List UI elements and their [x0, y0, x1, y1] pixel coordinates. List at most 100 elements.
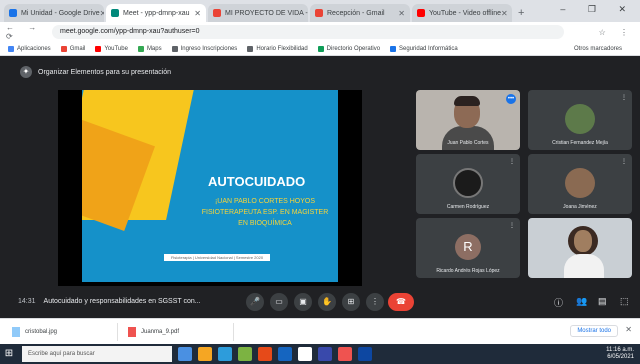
close-tab-icon[interactable]: ✕: [194, 9, 201, 18]
taskbar-app-icon[interactable]: [258, 347, 272, 361]
more-options-button[interactable]: ⋮: [366, 293, 384, 311]
bookmark-item[interactable]: YouTube: [95, 45, 128, 52]
participant-tile-video-man[interactable]: ••• Juan Pablo Cortes: [416, 90, 520, 150]
download-item[interactable]: cristobal.jpg: [6, 322, 118, 341]
presentation-slide: AUTOCUIDADO ¡UAN PABLO CORTES HOYOS FISI…: [82, 90, 338, 282]
tab-label: YouTube - Video offline: [429, 9, 502, 17]
address-bar: ← → ⟳ meet.google.com/ypp-dmnp-xau?authu…: [0, 22, 640, 42]
camera-button[interactable]: ▭: [270, 293, 288, 311]
address-icons[interactable]: ☆ ⋮: [564, 28, 634, 37]
people-icon[interactable]: 👥: [576, 296, 587, 307]
meeting-details[interactable]: 14:31 Autocuidado y responsabilidades en …: [18, 298, 201, 305]
browser-tab[interactable]: MI PROYECTO DE VIDA - Do✕: [208, 4, 308, 22]
show-all-button[interactable]: Mostrar todo: [570, 325, 618, 337]
bookmark-icon: [8, 45, 14, 52]
taskbar-app-icon[interactable]: [178, 347, 192, 361]
participant-tile-video-woman[interactable]: [528, 218, 632, 278]
participant-tile[interactable]: ⋮ Carmen Rodríguez: [416, 154, 520, 214]
bookmark-item[interactable]: Aplicaciones: [8, 45, 51, 52]
taskbar-app-icon[interactable]: [238, 347, 252, 361]
taskbar-app-icon[interactable]: [278, 347, 292, 361]
presentation-area: AUTOCUIDADO ¡UAN PABLO CORTES HOYOS FISI…: [58, 90, 362, 286]
meet-stage: ✦ Organizar Elementos para su presentaci…: [0, 56, 640, 318]
taskbar-app-icon[interactable]: [338, 347, 352, 361]
captions-button[interactable]: ▣: [294, 293, 312, 311]
mic-off-icon: ⋮: [621, 95, 627, 101]
present-button[interactable]: ⊞: [342, 293, 360, 311]
participant-tile[interactable]: ⋮ Joana Jiménez: [528, 154, 632, 214]
bookmark-item[interactable]: Directorio Operativo: [317, 45, 381, 52]
presenting-label: Organizar Elementos para su presentación: [38, 68, 172, 76]
bookmark-item[interactable]: Horario Flexibilidad: [247, 45, 308, 52]
bookmark-icon: [247, 45, 254, 52]
navigation-icons[interactable]: ← → ⟳: [6, 23, 52, 41]
taskbar-app-icon[interactable]: [358, 347, 372, 361]
participant-tile[interactable]: R ⋮ Ricardo Andrés Rojas López: [416, 218, 520, 278]
close-tab-icon[interactable]: ✕: [100, 9, 104, 18]
mic-off-icon: ⋮: [509, 159, 515, 165]
bookmark-item[interactable]: Ingreso Inscripciones: [171, 45, 237, 52]
bookmark-icon: [60, 45, 67, 52]
more-options-icon[interactable]: •••: [506, 94, 516, 104]
bookmark-label: YouTube: [104, 45, 128, 52]
taskbar-app-icon[interactable]: [318, 347, 332, 361]
system-clock[interactable]: 11:16 a.m. 6/05/2021: [606, 347, 634, 361]
bookmark-icon: [390, 45, 397, 52]
presenting-chip[interactable]: ✦ Organizar Elementos para su presentaci…: [20, 64, 171, 80]
taskbar-app-icon[interactable]: [218, 347, 232, 361]
microphone-button[interactable]: 🎤: [246, 293, 264, 311]
browser-tab[interactable]: Recepción - Gmail ✕: [310, 4, 410, 22]
slide-title: AUTOCUIDADO: [208, 174, 306, 189]
participant-name: Ricardo Andrés Rojas López: [436, 268, 500, 274]
chat-icon[interactable]: ▤: [598, 296, 607, 307]
tab-label: Mi Unidad - Google Drive: [21, 9, 100, 17]
participant-avatar: [565, 103, 595, 134]
mic-off-icon: ⋮: [621, 159, 627, 165]
window-controls[interactable]: – ❐ ✕: [560, 4, 636, 15]
tab-favicon-icon: [213, 9, 221, 17]
tab-favicon-icon: [111, 9, 119, 17]
tab-favicon-icon: [315, 9, 323, 17]
bookmark-item[interactable]: Gmail: [60, 45, 86, 52]
bookmark-label: Directorio Operativo: [326, 45, 381, 52]
raise-hand-button[interactable]: ✋: [318, 293, 336, 311]
taskbar-search[interactable]: Escribe aquí para buscar: [22, 346, 172, 362]
presenting-icon: ✦: [20, 66, 32, 78]
close-tab-icon[interactable]: ✕: [501, 9, 508, 18]
new-tab-button[interactable]: +: [518, 4, 524, 22]
bookmark-icon: [171, 45, 178, 52]
taskbar-app-icon[interactable]: [198, 347, 212, 361]
taskbar-app-icon[interactable]: [298, 347, 312, 361]
download-label: Juanma_9.pdf: [141, 328, 180, 335]
participant-hair: [454, 96, 480, 106]
start-button[interactable]: ⊞: [0, 344, 18, 364]
end-call-button[interactable]: ☎: [388, 293, 414, 311]
close-tab-icon[interactable]: ✕: [398, 9, 405, 18]
meeting-time: 14:31: [18, 298, 36, 305]
participant-name: Joana Jiménez: [563, 204, 597, 210]
participant-avatar: [453, 167, 483, 198]
clock-time: 11:16 a.m.: [606, 347, 634, 353]
other-bookmarks[interactable]: Otros marcadores: [574, 46, 622, 52]
tab-favicon-icon: [417, 9, 425, 17]
download-item[interactable]: Juanma_9.pdf: [122, 322, 234, 341]
participant-tile[interactable]: ⋮ Cristian Fernandez Mejía: [528, 90, 632, 150]
browser-tab[interactable]: Meet - ypp-dmnp-xau ✕: [106, 4, 206, 22]
meeting-info-icon[interactable]: ⓘ: [554, 296, 563, 309]
bookmark-icon: [137, 45, 144, 52]
windows-taskbar: ⊞ Escribe aquí para buscar 11:16 a.m. 6/…: [0, 344, 640, 364]
bookmark-label: Gmail: [69, 45, 86, 52]
tab-favicon-icon: [9, 9, 17, 17]
browser-tab[interactable]: Mi Unidad - Google Drive ✕: [4, 4, 104, 22]
participant-initial-avatar: R: [455, 233, 481, 260]
browser-tab[interactable]: YouTube - Video offline ✕: [412, 4, 512, 22]
participant-avatar: [565, 167, 595, 198]
bookmark-item[interactable]: Maps: [137, 45, 162, 52]
activities-icon[interactable]: ⬚: [620, 296, 629, 307]
bookmark-item[interactable]: Seguridad Informática: [390, 45, 458, 52]
participant-name: Juan Pablo Cortes: [447, 140, 489, 146]
url-field[interactable]: meet.google.com/ypp-dmnp-xau?authuser=0: [52, 25, 564, 39]
close-downloads-icon[interactable]: ✕: [625, 325, 632, 334]
participant-head: [574, 230, 592, 252]
downloads-shelf: cristobal.jpg Juanma_9.pdf Mostrar todo ✕: [0, 318, 640, 344]
